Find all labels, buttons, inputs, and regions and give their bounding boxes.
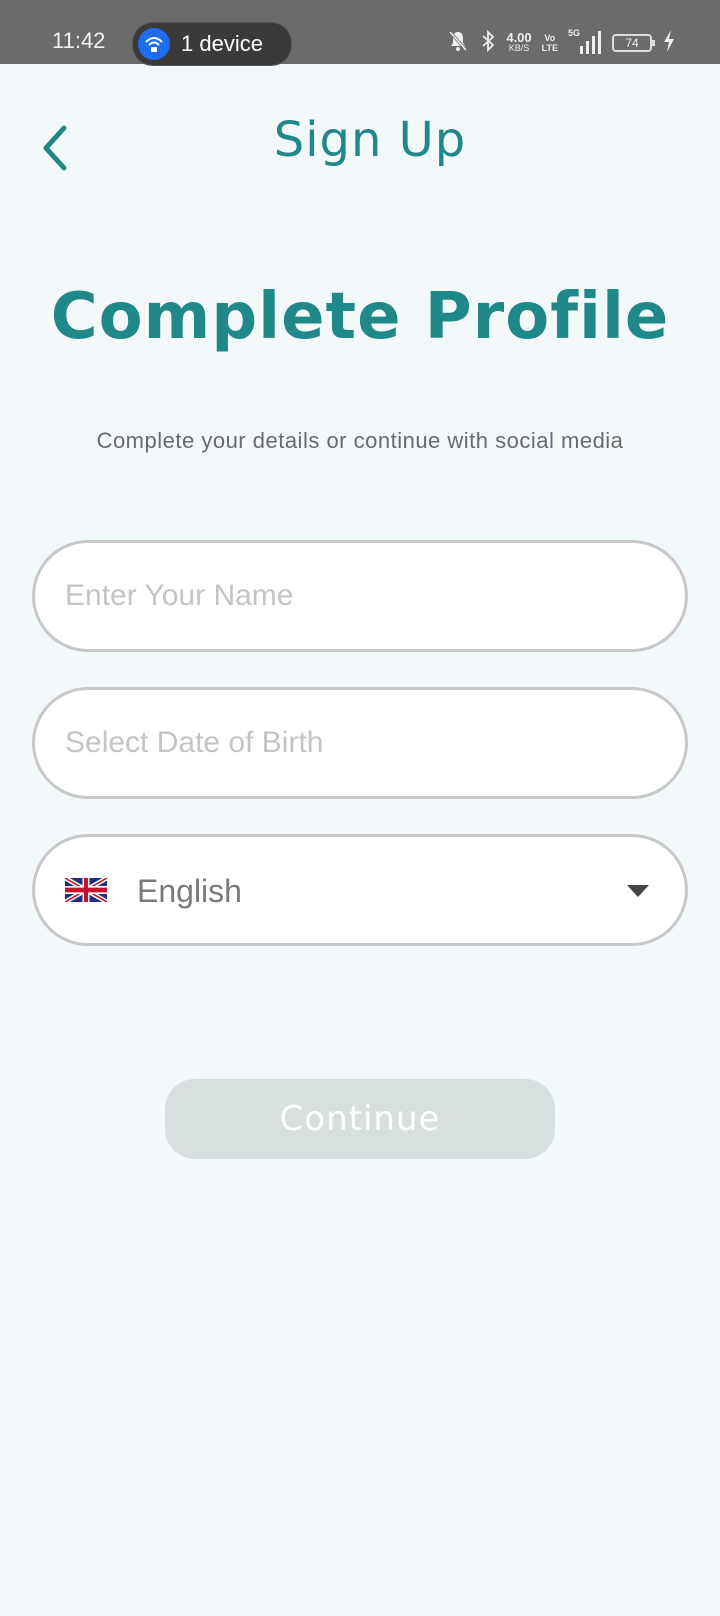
volte-bottom: LTE: [541, 43, 558, 53]
mute-bell-icon: [446, 29, 470, 58]
wifi-icon: [138, 28, 170, 60]
dob-field[interactable]: [32, 687, 688, 799]
network-speed: 4.00 KB/S: [506, 30, 532, 54]
status-bar: 11:42 1 device 4.00 KB/S Vo LTE 5G 74: [0, 0, 720, 66]
page-subtitle: Complete your details or continue with s…: [96, 428, 624, 453]
charging-icon: [662, 29, 676, 58]
speed-value: 4.00: [506, 30, 532, 45]
uk-flag-icon: [65, 878, 107, 902]
language-select[interactable]: English: [32, 834, 688, 946]
dob-input[interactable]: [65, 690, 655, 796]
volte-indicator: Vo LTE: [542, 33, 558, 53]
device-count-label: 1 device: [181, 31, 263, 56]
battery-level: 74: [625, 36, 639, 50]
battery-icon: 74: [612, 34, 655, 52]
continue-button[interactable]: Continue: [165, 1079, 555, 1159]
language-value: English: [137, 873, 242, 909]
status-icons: 4.00 KB/S Vo LTE 5G 74: [446, 28, 676, 58]
bluetooth-icon: [480, 29, 496, 58]
hotspot-device-pill[interactable]: 1 device: [132, 22, 292, 66]
signal-icon: 5G: [568, 28, 602, 56]
status-time: 11:42: [52, 28, 106, 53]
speed-unit: KB/S: [508, 43, 530, 53]
name-input[interactable]: [65, 543, 655, 649]
volte-top: Vo: [544, 33, 556, 43]
chevron-down-icon: [627, 885, 649, 897]
header-title: Sign Up: [273, 112, 467, 168]
page-title: Complete Profile: [50, 280, 670, 354]
network-type: 5G: [568, 28, 581, 38]
name-field[interactable]: [32, 540, 688, 652]
